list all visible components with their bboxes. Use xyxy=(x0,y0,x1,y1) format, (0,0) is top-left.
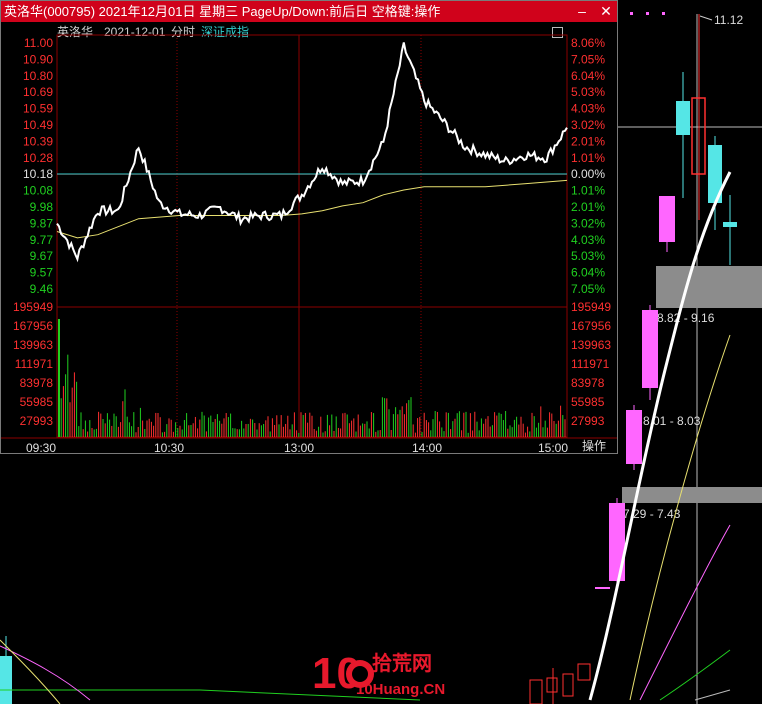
percent-tick-label: 4.03% xyxy=(571,102,605,116)
time-axis: 09:30 10:30 13:00 14:00 15:00 xyxy=(26,441,568,453)
average-price-line xyxy=(56,179,568,239)
watermark-logo: 10 拾荒网 10Huang.CN xyxy=(312,649,445,698)
price-zone-box xyxy=(656,266,762,308)
time-tick-label: 09:30 xyxy=(26,441,56,453)
price-tick-label: 10.90 xyxy=(23,52,53,66)
percent-tick-label: 2.01% xyxy=(571,134,605,148)
volume-tick-label: 111971 xyxy=(15,357,54,371)
percent-tick-label: 1.01% xyxy=(571,151,605,165)
volume-tick-label: 139963 xyxy=(571,338,611,352)
time-tick-label: 10:30 xyxy=(154,441,184,453)
percent-tick-label: 5.03% xyxy=(571,249,605,263)
price-tick-label: 9.46 xyxy=(30,282,54,296)
volume-tick-label: 55985 xyxy=(20,395,54,409)
candle xyxy=(577,663,591,681)
percent-tick-label: 0.00% xyxy=(571,167,605,181)
intraday-window[interactable]: 英洛华(000795) 2021年12月01日 星期三 PageUp/Down:… xyxy=(0,0,618,454)
volume-tick-label: 195949 xyxy=(571,300,611,314)
percent-tick-label: 3.02% xyxy=(571,216,605,230)
watermark-cn-text: 拾荒网 xyxy=(372,651,432,675)
kline-high-label: 11.12 xyxy=(714,13,743,27)
candle xyxy=(626,410,642,464)
percent-tick-label: 3.02% xyxy=(571,118,605,132)
price-tick-label: 10.69 xyxy=(23,85,53,99)
time-tick-label: 15:00 xyxy=(538,441,568,453)
price-zone-box xyxy=(622,487,762,503)
percent-tick-label: 1.01% xyxy=(571,184,605,198)
watermark-url-text: 10Huang.CN xyxy=(356,681,445,698)
chart-grid xyxy=(1,34,617,439)
time-tick-label: 13:00 xyxy=(284,441,314,453)
volume-tick-label: 139963 xyxy=(13,338,53,352)
candle xyxy=(529,679,543,704)
price-tick-label: 10.80 xyxy=(23,69,53,83)
candle xyxy=(723,222,737,227)
price-tick-label: 10.49 xyxy=(23,118,53,132)
volume-tick-label: 27993 xyxy=(20,414,54,428)
candle xyxy=(659,196,675,242)
price-tick-label: 10.08 xyxy=(23,184,53,198)
percent-tick-label: 5.03% xyxy=(571,85,605,99)
percent-tick-label: 6.04% xyxy=(571,69,605,83)
operate-button[interactable]: 操作 xyxy=(571,438,617,454)
candle xyxy=(642,310,658,388)
volume-bars xyxy=(58,319,566,437)
volume-tick-label: 83978 xyxy=(571,376,605,390)
volume-tick-label: 167956 xyxy=(571,319,611,333)
volume-tick-label: 27993 xyxy=(571,414,605,428)
price-tick-label: 9.67 xyxy=(30,249,54,263)
price-tick-label: 9.87 xyxy=(30,216,54,230)
time-tick-label: 14:00 xyxy=(412,441,442,453)
candle xyxy=(546,677,558,693)
price-tick-label: 9.57 xyxy=(30,266,54,280)
percent-tick-label: 7.05% xyxy=(571,282,605,296)
volume-tick-label: 111971 xyxy=(571,357,610,371)
candle xyxy=(562,673,574,697)
price-tick-label: 11.00 xyxy=(24,36,53,50)
price-tick-label: 9.98 xyxy=(30,200,54,214)
intraday-chart[interactable]: 11.00 10.90 10.80 10.69 10.59 10.49 10.39 10.28… xyxy=(1,1,617,453)
volume-axis: 195949 195949 167956 167956 139963 139963 1119… xyxy=(13,300,611,428)
price-axis-left: 11.00 10.90 10.80 10.69 10.59 10.49 10.39 10.28… xyxy=(23,36,53,296)
percent-tick-label: 7.05% xyxy=(571,52,605,66)
top-markers xyxy=(630,12,665,15)
volume-tick-label: 83978 xyxy=(20,376,54,390)
volume-tick-label: 195949 xyxy=(13,300,53,314)
percent-tick-label: 2.01% xyxy=(571,200,605,214)
percent-tick-label: 8.06% xyxy=(571,36,605,50)
price-tick-label: 10.28 xyxy=(23,151,53,165)
candle xyxy=(676,101,690,135)
volume-tick-label: 55985 xyxy=(571,395,605,409)
percent-tick-label: 4.03% xyxy=(571,233,605,247)
candle xyxy=(609,503,625,581)
price-zone-label: 8.82 - 9.16 xyxy=(657,311,715,325)
price-tick-label: 9.77 xyxy=(30,233,54,247)
price-tick-label: 10.59 xyxy=(23,102,53,116)
percent-tick-label: 6.04% xyxy=(571,266,605,280)
price-tick-label: 10.18 xyxy=(23,167,53,181)
price-tick-label: 10.39 xyxy=(23,134,53,148)
volume-tick-label: 167956 xyxy=(13,319,53,333)
percent-axis-right: 8.06% 7.05% 6.04% 5.03% 4.03% 3.02% 2.01% 1.01%… xyxy=(571,36,605,296)
price-line xyxy=(56,42,568,263)
